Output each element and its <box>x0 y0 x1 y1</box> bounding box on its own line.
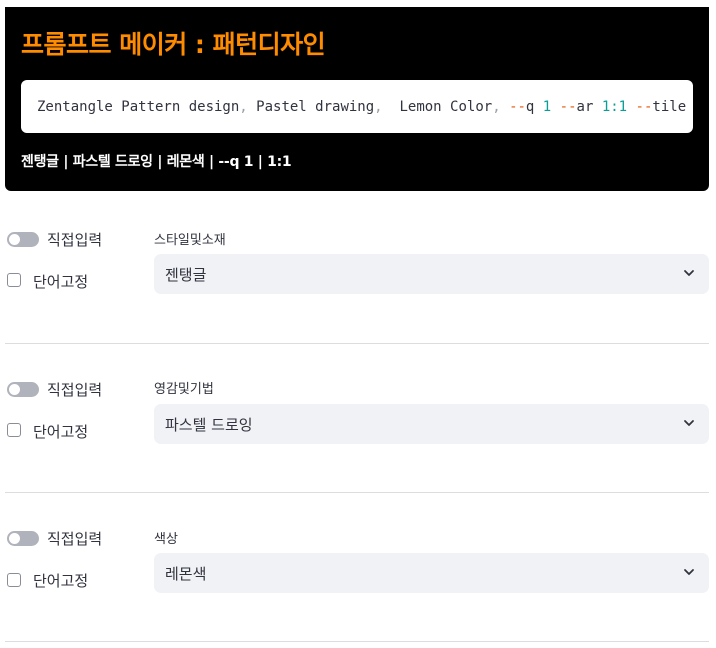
direct-input-toggle[interactable] <box>7 232 39 247</box>
toggle-knob <box>9 234 20 245</box>
fix-word-label: 단어고정 <box>33 273 89 291</box>
color-select[interactable]: 레몬색 <box>154 553 709 593</box>
chevron-down-icon <box>684 420 694 426</box>
color-select-value: 레몬색 <box>165 565 207 583</box>
direct-input-label: 직접입력 <box>47 381 103 399</box>
direct-input-label: 직접입력 <box>47 530 103 548</box>
fix-word-checkbox[interactable] <box>7 423 21 437</box>
toggle-knob <box>9 533 20 544</box>
fix-word-label: 단어고정 <box>33 423 89 441</box>
technique-select-value: 파스텔 드로잉 <box>165 416 253 434</box>
fix-word-checkbox[interactable] <box>7 573 21 587</box>
style-select[interactable]: 젠탱글 <box>154 254 709 294</box>
chevron-down-icon <box>684 569 694 575</box>
section-divider <box>5 492 709 493</box>
style-select-value: 젠탱글 <box>165 266 207 284</box>
chevron-down-icon <box>684 270 694 276</box>
section-divider <box>5 641 709 642</box>
prompt-summary: 젠탱글 | 파스텔 드로잉 | 레몬색 | --q 1 | 1:1 <box>21 154 292 170</box>
technique-field-label: 영감및기법 <box>154 382 214 397</box>
technique-select[interactable]: 파스텔 드로잉 <box>154 404 709 444</box>
section-divider <box>5 343 709 344</box>
direct-input-toggle[interactable] <box>7 382 39 397</box>
style-field-label: 스타일및소재 <box>154 233 226 248</box>
direct-input-toggle[interactable] <box>7 531 39 546</box>
fix-word-checkbox[interactable] <box>7 273 21 287</box>
section-color: 직접입력 단어고정 색상 레몬색 <box>0 0 716 593</box>
fix-word-label: 단어고정 <box>33 572 89 590</box>
toggle-knob <box>9 384 20 395</box>
direct-input-label: 직접입력 <box>47 231 103 249</box>
color-field-label: 색상 <box>154 532 178 547</box>
app-page: 프롬프트 메이커 : 패턴디자인 Zentangle Pattern desig… <box>0 0 716 648</box>
